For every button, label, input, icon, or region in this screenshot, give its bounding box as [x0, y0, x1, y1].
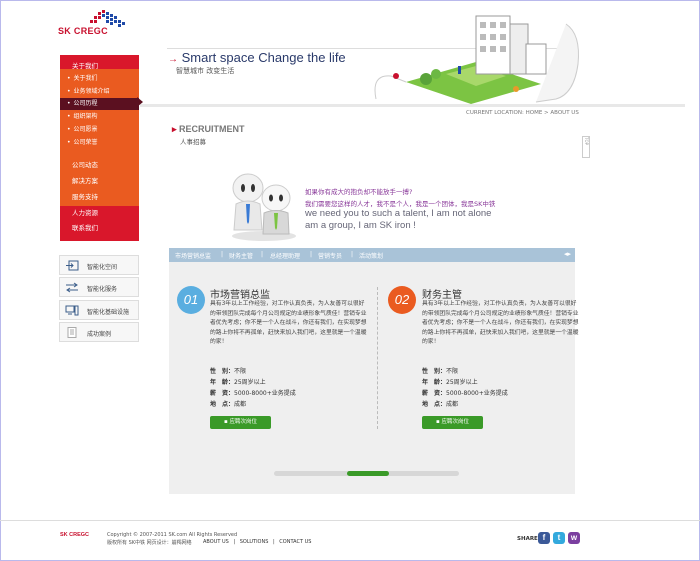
- footer-divider: [0, 520, 700, 521]
- ad-line-cn-2: 我们需要您这样的人才，我不是个人，我是一个团体，我是SK中铁: [305, 200, 496, 208]
- breadcrumb: CURRENT LOCATION: HOME > ABOUT US: [466, 110, 579, 116]
- side-tab[interactable]: TOP: [582, 136, 590, 158]
- logo-text: SK CREGC: [58, 26, 108, 36]
- sidebar-sub-item[interactable]: • 组织架构: [60, 111, 139, 123]
- building-illustration: [374, 15, 579, 104]
- footer-link-about[interactable]: ABOUT US: [203, 539, 229, 545]
- arrow-icon: →: [168, 54, 178, 65]
- bullet-icon: •: [67, 126, 71, 133]
- sidebar-item-contact[interactable]: 联系我们: [60, 222, 139, 232]
- footer-link-contact[interactable]: CONTACT US: [279, 539, 311, 545]
- active-pointer-icon: [137, 97, 143, 107]
- sidebar-sub-item-active[interactable]: • 公司历程: [60, 98, 139, 110]
- sidebar-item-news[interactable]: 公司动态: [60, 159, 139, 169]
- footer-credits: 版权所有 SK中铁 网页设计：崩羯网络: [107, 540, 192, 546]
- job-meta-row: 年 龄：25周岁以上: [422, 379, 478, 386]
- bullet-icon: •: [67, 88, 71, 95]
- job-meta-row: 地 点：成都: [210, 401, 247, 408]
- computer-icon: [65, 305, 79, 316]
- tab-separator: |: [221, 251, 224, 258]
- sidebar-nav: 关于我们 • 关于我们 • 业务领域介绍 • 公司历程 • 组织架构 • 公司愿景 • 公司…: [60, 55, 139, 241]
- share-label: SHARE: [517, 536, 538, 542]
- quick-link-service[interactable]: 智能化服务: [59, 277, 139, 297]
- facebook-icon[interactable]: f: [538, 532, 550, 544]
- swap-icon: [66, 282, 78, 293]
- job-tabs: 市场营销总监 | 财务主管 | 总经理助理 | 营销专员 | 活动策划 ◂▸: [169, 248, 575, 262]
- bullet-icon: •: [67, 100, 71, 107]
- tab-marketing-director[interactable]: 市场营销总监: [175, 251, 211, 260]
- job-meta: 性 别：不限 年 龄：25周岁以上 薪 资：5000-8000+业务提成 地 点…: [210, 366, 296, 410]
- ad-line-en-1: we need you to such a talent, I am not a…: [305, 208, 492, 219]
- footer-link-separator: |: [233, 539, 236, 545]
- sidebar-item-solutions[interactable]: 解决方案: [60, 175, 139, 185]
- job-meta-row: 薪 资：5000-8000+业务提成: [422, 390, 508, 397]
- footer-links: ABOUT US | SOLUTIONS | CONTACT US: [203, 539, 314, 545]
- page-subtitle: 人事招募: [180, 138, 206, 146]
- twitter-icon[interactable]: t: [553, 532, 565, 544]
- bullet-icon: •: [67, 75, 71, 82]
- footer-logo[interactable]: SK CREGC: [60, 532, 89, 538]
- footer-link-separator: |: [273, 539, 275, 545]
- header-bottom-bar: [140, 104, 685, 107]
- job-meta-row: 性 别：不限: [210, 368, 247, 375]
- tab-finance-manager[interactable]: 财务主管: [229, 251, 253, 260]
- job-meta: 性 别：不限 年 龄：25周岁以上 薪 资：5000-8000+业务提成 地 点…: [422, 366, 508, 410]
- sidebar-item-support[interactable]: 服务支持: [60, 191, 139, 201]
- quick-link-cases[interactable]: 成功案例: [59, 322, 139, 342]
- tab-separator: |: [351, 251, 354, 258]
- sidebar-sub-item[interactable]: • 公司愿景: [60, 124, 139, 136]
- apply-button[interactable]: ▪ 应聘次岗位: [210, 416, 271, 429]
- header-slogan-cn: 智慧城市 改变生活: [176, 67, 235, 75]
- footer-link-solutions[interactable]: SOLUTIONS: [240, 539, 269, 545]
- quick-link-infrastructure[interactable]: 智能化基础设施: [59, 300, 139, 320]
- carousel-scroll-thumb[interactable]: [347, 471, 389, 476]
- document-icon: [67, 327, 77, 338]
- bullet-icon: •: [67, 139, 71, 146]
- job-number-badge: 02: [388, 286, 416, 314]
- sidebar-item-hr[interactable]: 人力资源: [60, 207, 139, 217]
- slogan-text: Smart space Change the life: [181, 50, 346, 65]
- job-description: 具有3年以上工作经验，对工作认真负责，为人友善可以很好的带领团队完成每个月公司规…: [422, 301, 579, 346]
- tab-separator: |: [310, 251, 313, 258]
- sidebar-sub-item[interactable]: • 业务领域介绍: [60, 86, 139, 98]
- tab-event-planner[interactable]: 活动策划: [359, 251, 383, 260]
- arrow-icon: ▸: [172, 124, 177, 134]
- header-slogan: → Smart space Change the life: [168, 50, 346, 65]
- sidebar-submenu: • 关于我们 • 业务领域介绍 • 公司历程 • 组织架构 • 公司愿景 • 公司荣誉: [60, 69, 139, 206]
- job-description: 具有3年以上工作经验，对工作认真负责，为人友善可以很好的带领团队完成每个月公司规…: [210, 301, 367, 346]
- page-title: ▸ RECRUITMENT: [172, 124, 245, 134]
- footer-copyright: Copyright © 2007-2011 SK.com All Rights …: [107, 532, 238, 538]
- card-divider: [377, 287, 378, 429]
- login-icon: [66, 260, 79, 271]
- job-meta-row: 性 别：不限: [422, 368, 459, 375]
- sidebar-sub-item[interactable]: • 关于我们: [60, 73, 139, 85]
- tab-marketing-specialist[interactable]: 营销专员: [318, 251, 342, 260]
- people-illustration: [232, 173, 296, 241]
- job-meta-row: 年 龄：25周岁以上: [210, 379, 266, 386]
- sidebar-sub-item[interactable]: • 公司荣誉: [60, 137, 139, 149]
- bullet-icon: •: [67, 113, 71, 120]
- job-title: 市场营销总监: [210, 290, 270, 301]
- job-title: 财务主管: [422, 290, 462, 301]
- apply-button[interactable]: ▪ 应聘次岗位: [422, 416, 483, 429]
- weibo-icon[interactable]: w: [568, 532, 580, 544]
- quick-link-space[interactable]: 智能化空间: [59, 255, 139, 275]
- tab-gm-assistant[interactable]: 总经理助理: [270, 251, 300, 260]
- ad-line-cn-1: 如果你有成大的抱负却不能放手一搏?: [305, 188, 413, 196]
- tab-arrows-icon[interactable]: ◂▸: [564, 250, 571, 258]
- brand-logo[interactable]: SK CREGC: [58, 8, 138, 40]
- job-number-badge: 01: [177, 286, 205, 314]
- tab-separator: |: [261, 251, 264, 258]
- carousel-scrollbar[interactable]: [274, 471, 459, 476]
- job-meta-row: 薪 资：5000-8000+业务提成: [210, 390, 296, 397]
- job-meta-row: 地 点：成都: [422, 401, 459, 408]
- ad-line-en-2: am a group, I am SK iron !: [305, 220, 416, 231]
